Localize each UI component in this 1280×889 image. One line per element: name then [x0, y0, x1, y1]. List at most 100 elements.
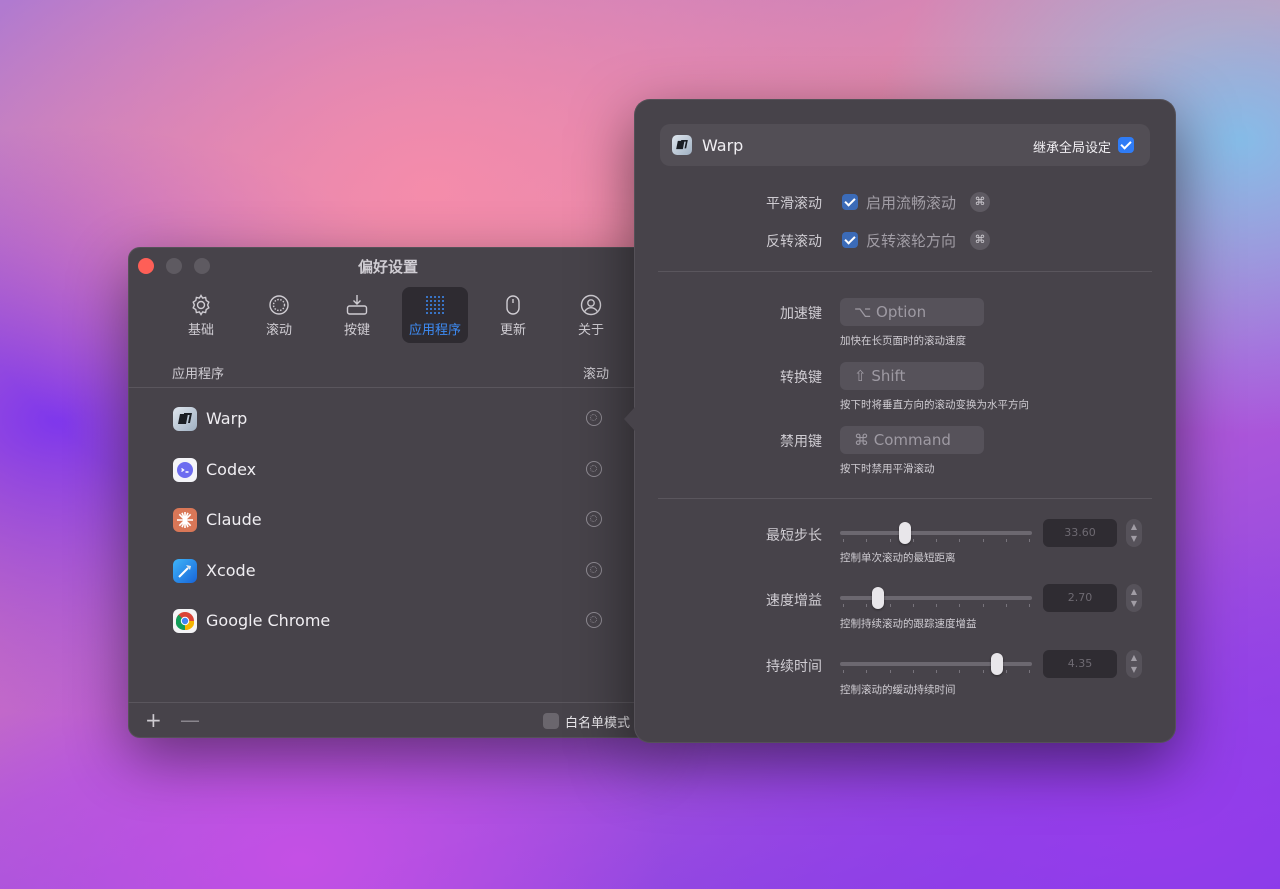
tab-basic[interactable]: 基础 [168, 287, 234, 343]
divider [658, 498, 1152, 499]
duration-stepper[interactable]: ▲ ▼ [1126, 650, 1142, 678]
app-name: Google Chrome [206, 611, 331, 630]
slider-tick [959, 604, 961, 607]
tab-update-label: 更新 [499, 323, 526, 338]
slider-tick [1029, 670, 1030, 673]
scroll-status-icon[interactable] [586, 460, 602, 477]
gear-icon [192, 294, 210, 316]
reverse-scroll-option: 反转滚轮方向 [866, 232, 957, 250]
app-name: Warp [206, 409, 248, 428]
list-footer: + — 白名单模式 [128, 702, 648, 738]
slider-tick [889, 539, 891, 542]
slider-tick [1005, 539, 1007, 542]
convert-key-hint: 按下时将垂直方向的滚动变换为水平方向 [840, 399, 1029, 411]
list-item[interactable]: Google Chrome [128, 597, 648, 648]
keyboard-icon [346, 295, 368, 315]
tab-about[interactable]: 关于 [558, 287, 624, 343]
slider-tick [982, 670, 984, 673]
divider [658, 271, 1152, 272]
app-name: Codex [206, 459, 257, 479]
slider-tick [866, 670, 868, 673]
slider-tick [959, 539, 961, 542]
slider-tick [866, 604, 868, 607]
duration-value-field[interactable]: 4.35 [1043, 650, 1117, 678]
slider-tick [912, 539, 914, 542]
tab-basic-label: 基础 [187, 323, 214, 338]
accelerate-key-button[interactable]: ⌥ Option [840, 298, 984, 326]
slider-tick [912, 670, 914, 673]
duration-slider-track[interactable] [840, 662, 1032, 666]
slider-tick [936, 670, 937, 673]
scroll-status-icon[interactable] [586, 561, 602, 578]
titlebar: 偏好设置 [128, 247, 648, 285]
tab-about-label: 关于 [577, 323, 604, 338]
smooth-scroll-checkbox[interactable] [842, 194, 858, 210]
popover-arrow [624, 407, 635, 431]
slider-tick [982, 604, 984, 607]
accelerate-key-hint: 加快在长页面时的滚动速度 [840, 335, 966, 347]
disable-key-hint: 按下时禁用平滑滚动 [840, 463, 935, 475]
duration-hint: 控制滚动的缓动持续时间 [840, 684, 956, 696]
scroll-status-icon[interactable] [586, 612, 602, 628]
slider-tick [843, 604, 844, 607]
min-step-label: 最短步长 [766, 528, 822, 544]
claude-icon [173, 508, 197, 532]
slider-tick [1005, 670, 1007, 673]
tab-scroll[interactable]: 滚动 [246, 287, 312, 343]
tab-apps[interactable]: 应用程序 [402, 287, 468, 343]
smooth-scroll-label: 平滑滚动 [766, 196, 822, 212]
app-name: Claude [206, 510, 262, 529]
min-step-slider-thumb[interactable] [899, 522, 912, 544]
whitelist-checkbox[interactable] [543, 713, 559, 729]
slider-tick [982, 539, 984, 542]
tab-update[interactable]: 更新 [480, 287, 546, 343]
slider-tick [936, 604, 937, 607]
min-step-value-field[interactable]: 33.60 [1043, 519, 1117, 547]
warp-icon [672, 135, 692, 155]
slider-ticks [840, 604, 1032, 607]
whitelist-label: 白名单模式 [565, 716, 631, 731]
list-item[interactable]: Codex [128, 446, 648, 497]
convert-key-button[interactable]: ⇧ Shift [840, 362, 984, 390]
slider-tick [1029, 604, 1030, 607]
preferences-window: 偏好设置 基础 滚动 按键 应用程序 更新 关于 应用程序 滚动 Warp Co… [128, 247, 648, 738]
min-step-stepper[interactable]: ▲ ▼ [1126, 519, 1142, 547]
list-item[interactable]: Xcode [128, 547, 648, 598]
list-header: 应用程序 滚动 [128, 359, 648, 388]
slider-tick [1029, 539, 1030, 542]
xcode-icon [173, 558, 197, 583]
speed-gain-label: 速度增益 [766, 593, 822, 609]
app-settings-popover: Warp 继承全局设定 平滑滚动 启用流畅滚动 ⌘ 反转滚动 反转滚轮方向 ⌘ … [624, 99, 1176, 743]
command-icon[interactable]: ⌘ [970, 192, 990, 212]
speed-gain-hint: 控制持续滚动的跟踪速度增益 [840, 618, 977, 630]
slider-tick [936, 539, 937, 542]
remove-app-button[interactable]: — [180, 708, 200, 732]
list-item[interactable]: Claude [128, 496, 648, 547]
scroll-status-icon[interactable] [586, 511, 602, 527]
disable-key-button[interactable]: ⌘ Command [840, 426, 984, 454]
slider-tick [889, 670, 891, 673]
tab-keys-label: 按键 [343, 323, 370, 338]
slider-ticks [840, 670, 1032, 673]
list-item[interactable]: Warp [128, 395, 648, 446]
update-icon [506, 295, 520, 315]
reverse-scroll-checkbox[interactable] [842, 232, 858, 248]
speed-gain-slider-thumb[interactable] [872, 587, 885, 609]
tab-keys[interactable]: 按键 [324, 287, 390, 343]
reverse-scroll-label: 反转滚动 [766, 234, 822, 250]
speed-gain-slider-track[interactable] [840, 596, 1032, 600]
scroll-status-icon[interactable] [586, 410, 602, 426]
inherit-global-checkbox[interactable] [1118, 137, 1134, 153]
scroll-icon [269, 295, 289, 315]
duration-slider-thumb[interactable] [991, 653, 1004, 675]
command-icon[interactable]: ⌘ [970, 230, 990, 250]
tab-scroll-label: 滚动 [265, 323, 292, 338]
add-app-button[interactable]: + [145, 708, 162, 732]
min-step-slider-track[interactable] [840, 531, 1032, 535]
toolbar: 基础 滚动 按键 应用程序 更新 关于 [168, 287, 624, 343]
slider-tick [959, 670, 961, 673]
speed-gain-stepper[interactable]: ▲ ▼ [1126, 584, 1142, 612]
slider-tick [843, 539, 844, 542]
app-list: Warp Codex Claude Xcode Google Chrome [128, 395, 648, 648]
speed-gain-value-field[interactable]: 2.70 [1043, 584, 1117, 612]
